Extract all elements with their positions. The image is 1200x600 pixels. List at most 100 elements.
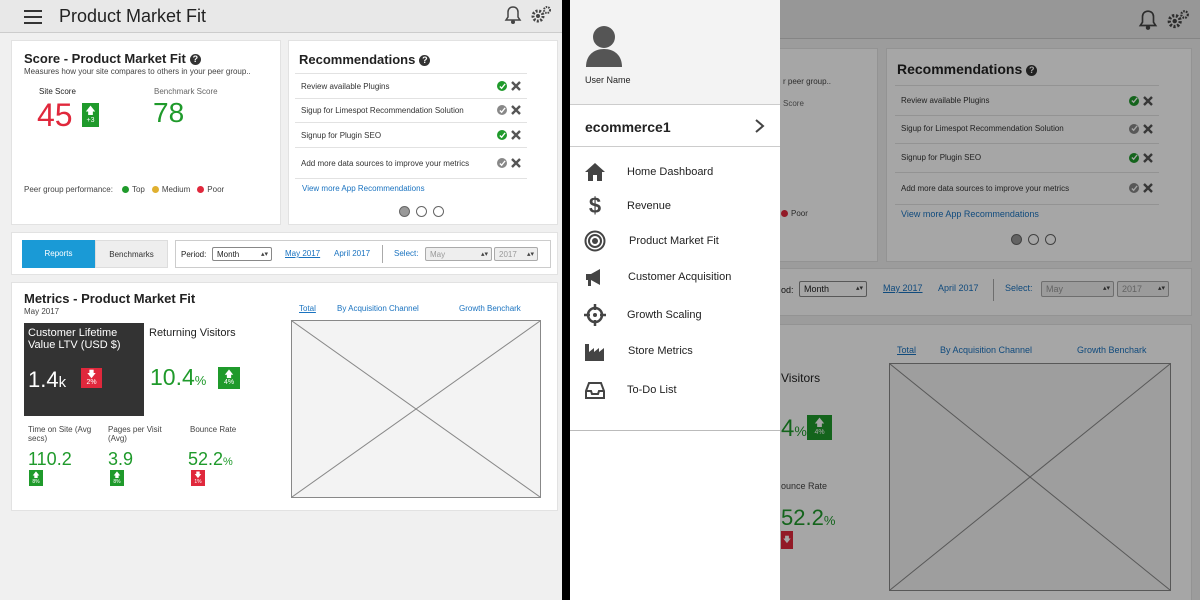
year-select[interactable]: 2017 ▴▾ xyxy=(1117,281,1169,297)
period-link-may[interactable]: May 2017 xyxy=(285,249,320,258)
score-card-subtitle: Measures how your site compares to other… xyxy=(24,67,251,76)
peer-legend: Peer group performance: Top Medium Poor xyxy=(24,185,224,194)
up-arrow-icon: 🡅 xyxy=(113,471,121,479)
recommendations-title: Recommendations xyxy=(897,61,1023,77)
recommendation-item[interactable]: Signup for Plugin SEO xyxy=(895,143,1159,173)
chevron-right-icon[interactable] xyxy=(754,118,766,134)
store-selector[interactable]: ecommerce1 xyxy=(570,104,780,147)
recommendation-item[interactable]: Sigup for Limespot Recommendation Soluti… xyxy=(895,114,1159,144)
tab-growth-benchark[interactable]: Growth Benchark xyxy=(459,304,521,313)
nav-drawer: User Name ecommerce1 Home Dashboard $ Re… xyxy=(570,0,780,600)
nav-item-to-do-list[interactable]: To-Do List xyxy=(570,375,780,405)
tab-by-acquisition-channel[interactable]: By Acquisition Channel xyxy=(940,345,1032,355)
score-subtitle-fragment: r peer group.. xyxy=(783,77,832,86)
tab-total[interactable]: Total xyxy=(897,345,916,355)
poor-legend-fragment: Poor xyxy=(781,209,808,218)
period-link-april[interactable]: April 2017 xyxy=(334,249,370,258)
recommendations-card: Recommendations? Review available Plugin… xyxy=(288,40,558,225)
close-icon[interactable] xyxy=(511,81,521,91)
nav-item-customer-acquisition[interactable]: Customer Acquisition xyxy=(570,262,780,292)
recommendation-item[interactable]: Add more data sources to improve your me… xyxy=(295,148,527,179)
nav-item-store-metrics[interactable]: Store Metrics xyxy=(570,336,780,366)
menu-icon[interactable] xyxy=(24,10,42,24)
period-select[interactable]: Month ▴▾ xyxy=(212,247,272,261)
check-icon[interactable] xyxy=(497,130,507,140)
nav-item-home-dashboard[interactable]: Home Dashboard xyxy=(570,157,780,187)
user-section: User Name xyxy=(570,0,780,105)
tab-total[interactable]: Total xyxy=(299,304,316,313)
bell-icon[interactable] xyxy=(1138,9,1158,31)
nav-item-revenue[interactable]: $ Revenue xyxy=(570,191,780,221)
year-select[interactable]: 2017 ▴▾ xyxy=(494,247,538,261)
returning-visitors-delta: 4% xyxy=(814,429,825,436)
close-icon[interactable] xyxy=(1143,152,1153,163)
period-link-april[interactable]: April 2017 xyxy=(938,283,979,293)
carousel-dot[interactable] xyxy=(399,206,410,217)
year-select-value: 2017 xyxy=(1122,284,1143,294)
recommendation-item[interactable]: Signup for Plugin SEO xyxy=(295,123,527,148)
month-select[interactable]: May ▴▾ xyxy=(425,247,492,261)
tab-by-acquisition-channel[interactable]: By Acquisition Channel xyxy=(337,304,419,313)
close-icon[interactable] xyxy=(1143,95,1153,106)
month-select[interactable]: May ▴▾ xyxy=(1041,281,1114,297)
carousel-dot[interactable] xyxy=(416,206,427,217)
divider xyxy=(382,245,383,263)
more-recommendations-link[interactable]: View more App Recommendations xyxy=(302,184,425,193)
period-select-value: Month xyxy=(804,284,830,294)
report-toolbar-bg: od: Month ▴▾ May 2017 April 2017 Select: … xyxy=(740,268,1192,316)
user-name: User Name xyxy=(585,75,631,85)
carousel-dot[interactable] xyxy=(1028,234,1039,245)
bell-icon[interactable] xyxy=(504,5,522,25)
nav-item-growth-scaling[interactable]: Growth Scaling xyxy=(570,300,780,330)
nav-item-product-market-fit[interactable]: Product Market Fit xyxy=(570,226,780,256)
up-arrow-icon: 🡅 xyxy=(85,105,96,117)
close-icon[interactable] xyxy=(511,130,521,140)
check-icon[interactable] xyxy=(497,81,507,91)
check-icon[interactable] xyxy=(1129,123,1139,134)
benchmark-score-label: Benchmark Score xyxy=(154,87,218,96)
tab-benchmarks[interactable]: Benchmarks xyxy=(95,240,168,268)
updown-icon: ▴▾ xyxy=(480,251,488,258)
ltv-delta-badge: 🡇 2% xyxy=(81,368,102,388)
period-link-may[interactable]: May 2017 xyxy=(883,283,923,293)
check-icon[interactable] xyxy=(497,105,507,115)
close-icon[interactable] xyxy=(511,105,521,115)
tab-growth-benchark[interactable]: Growth Benchark xyxy=(1077,345,1147,355)
recommendation-label: Signup for Plugin SEO xyxy=(301,130,382,140)
carousel-dot[interactable] xyxy=(433,206,444,217)
time-on-site-delta: 8% xyxy=(32,478,40,485)
updown-icon: ▴▾ xyxy=(855,285,863,292)
check-icon[interactable] xyxy=(1129,183,1139,193)
help-icon[interactable]: ? xyxy=(419,55,431,67)
megaphone-icon xyxy=(586,269,600,286)
up-arrow-icon: 🡅 xyxy=(32,471,40,479)
dashboard-panel: Product Market Fit Score - Product Marke… xyxy=(0,0,562,600)
metrics-title: Metrics - Product Market Fit xyxy=(24,291,196,306)
recommendation-label: Review available Plugins xyxy=(301,81,390,91)
period-select[interactable]: Month ▴▾ xyxy=(799,281,867,297)
chart-placeholder xyxy=(291,320,541,498)
check-icon[interactable] xyxy=(1129,152,1139,163)
help-icon[interactable]: ? xyxy=(189,54,201,66)
metrics-card-bg: Visitors 4% 🡅 4% ounce Rate 52.2% 🡇 Total… xyxy=(740,324,1192,600)
recommendation-label: Add more data sources to improve your me… xyxy=(301,158,470,168)
check-icon[interactable] xyxy=(497,158,507,168)
recommendation-item[interactable]: Review available Plugins xyxy=(295,73,527,99)
avatar[interactable] xyxy=(584,25,624,67)
recommendation-item[interactable]: Sigup for Limespot Recommendation Soluti… xyxy=(295,98,527,123)
more-recommendations-link[interactable]: View more App Recommendations xyxy=(901,209,1039,219)
recommendation-item[interactable]: Add more data sources to improve your me… xyxy=(895,172,1159,205)
gear-icon[interactable] xyxy=(1166,9,1190,31)
close-icon[interactable] xyxy=(1143,183,1153,193)
close-icon[interactable] xyxy=(1143,123,1153,134)
carousel-dot[interactable] xyxy=(1011,234,1022,245)
store-name: ecommerce1 xyxy=(585,119,671,135)
carousel-dot[interactable] xyxy=(1045,234,1056,245)
recommendation-item[interactable]: Review available Plugins xyxy=(895,85,1159,116)
crosshair-icon xyxy=(584,304,606,326)
tab-reports[interactable]: Reports xyxy=(22,240,95,268)
check-icon[interactable] xyxy=(1129,95,1139,106)
gear-icon[interactable] xyxy=(530,5,552,25)
help-icon[interactable]: ? xyxy=(1026,64,1038,76)
close-icon[interactable] xyxy=(511,158,521,168)
